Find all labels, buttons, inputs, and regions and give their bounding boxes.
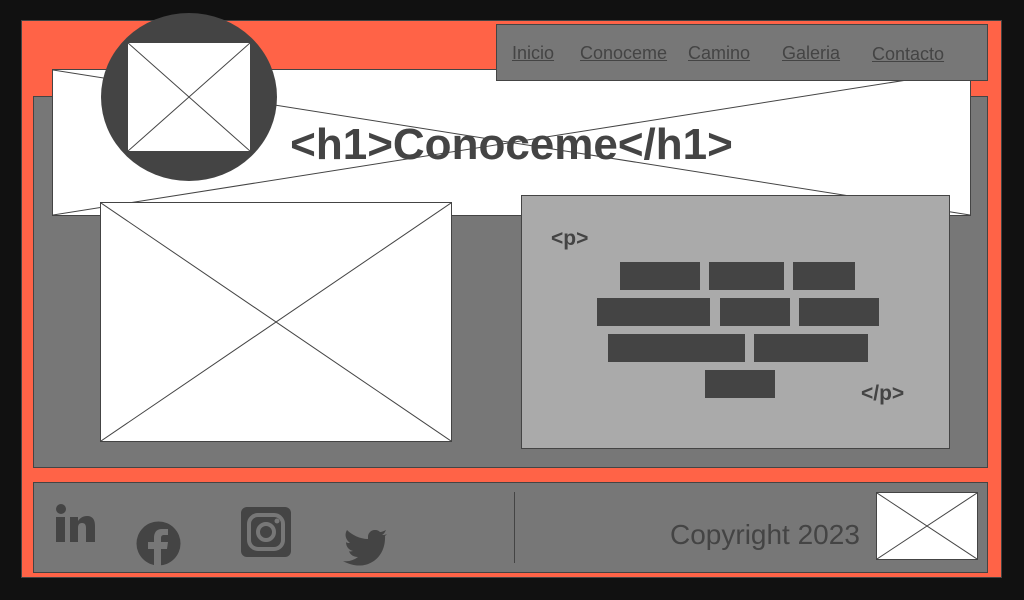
p-open-tag: <p> [551,227,589,250]
nav-conoceme[interactable]: Conoceme [580,43,667,64]
text-placeholder [793,262,855,290]
text-block: <p> </p> [521,195,950,449]
logo-image [127,42,251,152]
text-placeholder [608,334,745,362]
footer: Copyright 2023 [33,482,988,573]
twitter-icon[interactable] [342,530,388,570]
content-image [100,202,452,442]
text-placeholder [705,370,775,398]
text-placeholder [709,262,784,290]
footer-divider [514,492,515,563]
copyright-text: Copyright 2023 [670,519,860,550]
nav-camino[interactable]: Camino [688,43,750,64]
text-placeholder [799,298,879,326]
nav-galeria[interactable]: Galeria [782,43,840,64]
linkedin-icon[interactable] [55,503,95,543]
nav-bar: Inicio Conoceme Camino Galeria Contacto [496,24,988,81]
instagram-icon[interactable] [241,507,291,557]
facebook-icon[interactable] [136,521,181,566]
nav-inicio[interactable]: Inicio [512,43,554,64]
p-close-tag: </p> [861,382,905,405]
footer-image [876,492,978,560]
text-placeholder [597,298,710,326]
nav-contacto[interactable]: Contacto [872,44,944,65]
text-placeholder [720,298,790,326]
text-placeholder [754,334,868,362]
text-placeholder [620,262,700,290]
